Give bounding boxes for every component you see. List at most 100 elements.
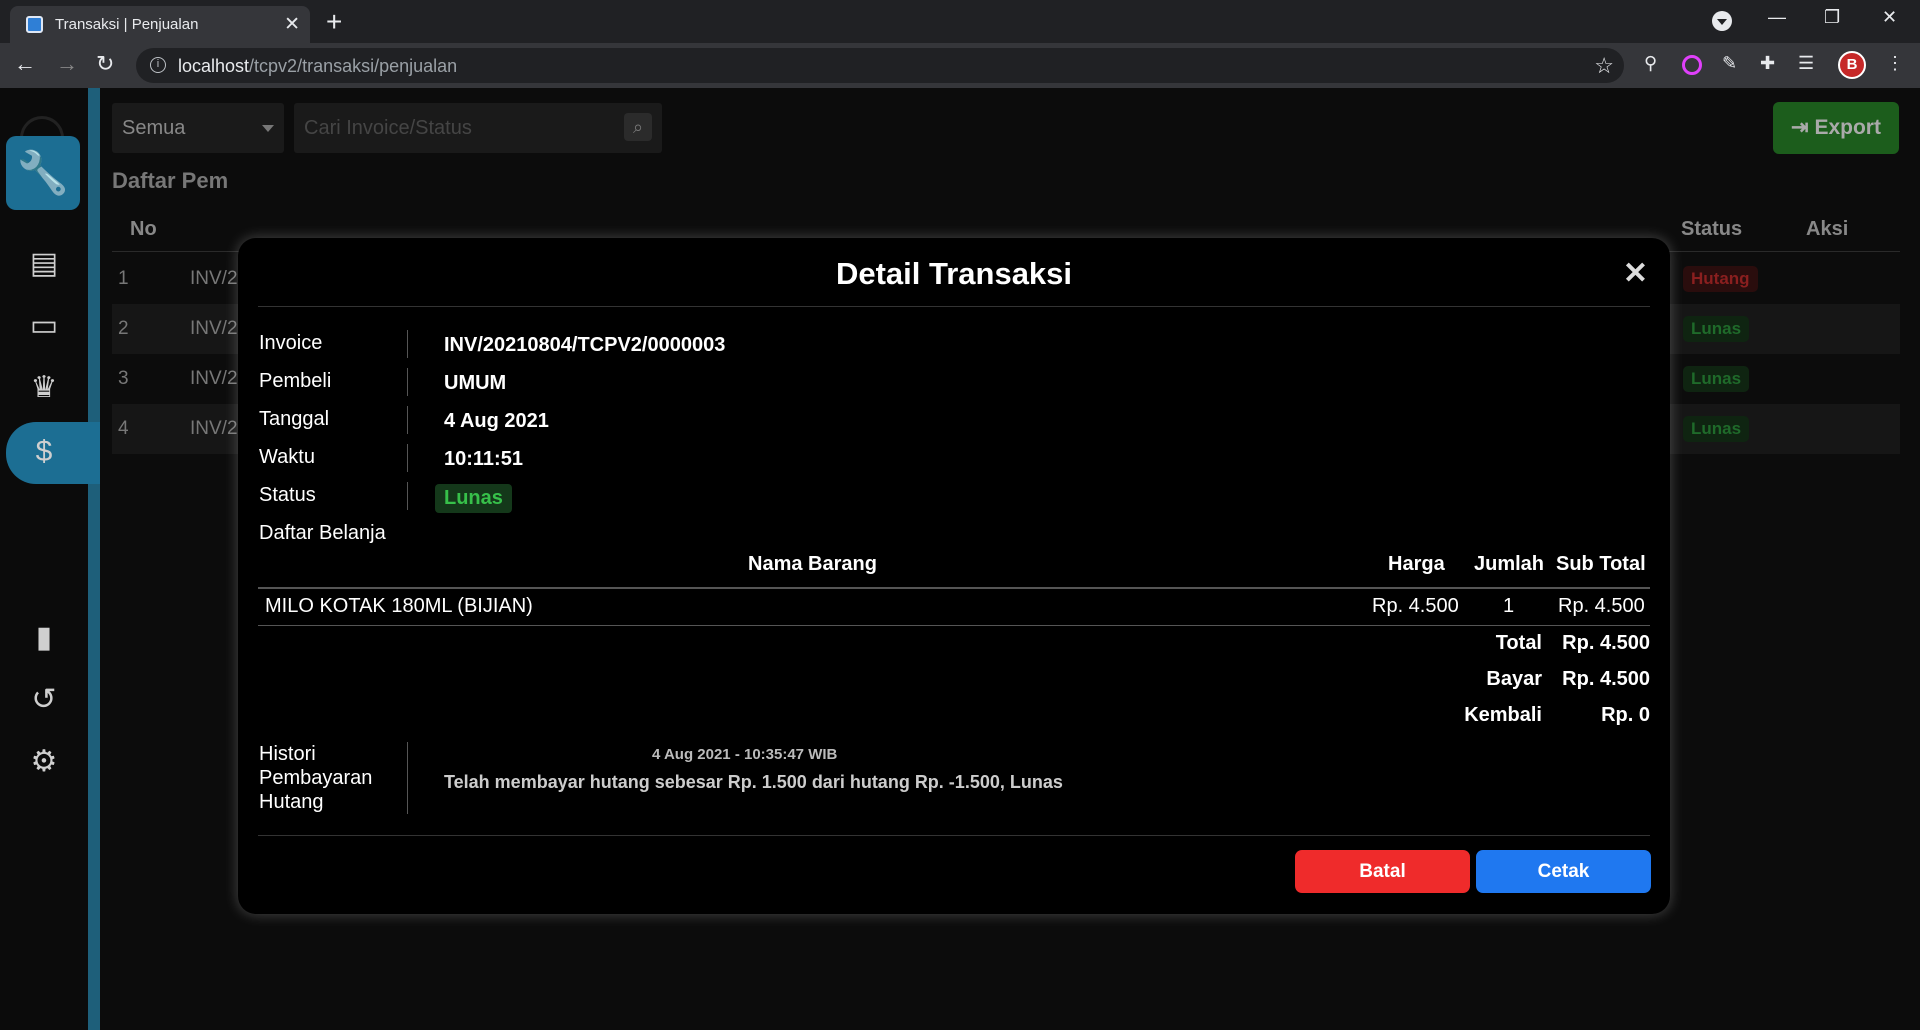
kembali-label: Kembali [1464, 704, 1542, 726]
histori-label: Histori Pembayaran Hutang [259, 742, 372, 814]
pembeli-label: Pembeli [259, 370, 332, 392]
table-row-divider [258, 625, 1650, 626]
daftar-belanja-label: Daftar Belanja [259, 522, 386, 544]
status-badge: Hutang [1683, 266, 1758, 292]
pen-extension-icon[interactable]: ✎ [1722, 53, 1737, 74]
close-icon[interactable]: ✕ [1623, 256, 1648, 291]
new-tab-icon[interactable]: + [326, 6, 342, 38]
tab-search-icon[interactable] [1712, 11, 1732, 31]
search-icon[interactable]: ⌕ [624, 113, 652, 141]
app-page: 🔧 ▤ ▭ ♛ $ ▮ ↺ ⚙ Semua ⌕ ⇥ Export Daftar … [0, 88, 1920, 1030]
url-host: localhost [178, 56, 250, 76]
field-separator [407, 742, 408, 814]
list-title: Daftar Pem [112, 168, 229, 193]
pembeli-value: UMUM [444, 372, 507, 394]
modal-title: Detail Transaksi [835, 256, 1073, 291]
row-invoice: INV/2 [190, 368, 238, 389]
chevron-down-icon [262, 125, 274, 138]
status-label: Status [259, 484, 316, 506]
reload-icon[interactable]: ↻ [96, 51, 114, 77]
histori-label-line2: Pembayaran [259, 767, 373, 789]
status-badge: Lunas [1683, 366, 1750, 392]
export-label: Export [1814, 116, 1881, 139]
tanggal-value: 4 Aug 2021 [444, 410, 549, 432]
row-invoice: INV/2 [190, 318, 238, 339]
browser-tab[interactable]: Transaksi | Penjualan ✕ [10, 6, 310, 43]
field-separator [407, 368, 408, 396]
back-icon[interactable]: ← [14, 51, 36, 77]
histori-label-line1: Histori [259, 743, 316, 765]
row-invoice: INV/2 [190, 268, 238, 289]
status-badge: Lunas [435, 484, 512, 513]
cetak-button[interactable]: Cetak [1476, 850, 1651, 893]
address-bar[interactable]: i localhost/tcpv2/transaksi/penjualan ☆ [136, 48, 1624, 83]
bayar-value: Rp. 4.500 [1562, 668, 1650, 690]
url-path: /tcpv2/transaksi/penjualan [249, 56, 458, 76]
batal-button[interactable]: Batal [1295, 850, 1470, 893]
bayar-label: Bayar [1486, 668, 1542, 690]
browser-toolbar: ← → ↻ i localhost/tcpv2/transaksi/penjua… [0, 43, 1920, 88]
modal-divider [258, 306, 1650, 307]
row-no: 1 [118, 268, 129, 289]
row-no: 4 [118, 418, 129, 439]
kembali-value: Rp. 0 [1601, 704, 1650, 726]
field-separator [407, 406, 408, 434]
extensions-puzzle-icon[interactable]: ✚ [1760, 53, 1775, 74]
waktu-label: Waktu [259, 446, 315, 468]
bookmark-star-icon[interactable]: ☆ [1594, 53, 1614, 79]
row-no: 2 [118, 318, 129, 339]
sidebar-rail [88, 88, 100, 1030]
field-separator [407, 444, 408, 472]
export-button[interactable]: ⇥ Export [1773, 102, 1899, 154]
item-jumlah: 1 [1503, 595, 1515, 617]
status-badge: Lunas [1683, 416, 1750, 442]
minimize-icon[interactable]: — [1768, 7, 1786, 28]
row-no: 3 [118, 368, 129, 389]
profile-avatar[interactable]: B [1838, 51, 1866, 79]
modal-footer-divider [258, 835, 1650, 836]
item-sub-total: Rp. 4.500 [1558, 595, 1645, 617]
table-header-divider [258, 587, 1650, 589]
history-timestamp: 4 Aug 2021 - 10:35:47 WIB [652, 746, 838, 763]
item-nama: MILO KOTAK 180ML (BIJIAN) [265, 595, 533, 617]
site-info-icon[interactable]: i [150, 57, 166, 73]
invoice-dollar-icon[interactable]: $ [24, 432, 64, 472]
waktu-value: 10:11:51 [444, 448, 523, 470]
book-icon[interactable]: ▮ [24, 618, 64, 658]
cash-register-icon[interactable]: ▤ [24, 244, 64, 284]
sidebar: 🔧 ▤ ▭ ♛ $ ▮ ↺ ⚙ [0, 88, 100, 1030]
gear-icon[interactable]: ⚙ [24, 742, 64, 782]
search-box: ⌕ [294, 103, 662, 153]
item-harga: Rp. 4.500 [1372, 595, 1459, 617]
app-favicon-icon [26, 16, 43, 33]
row-invoice: INV/2 [190, 418, 238, 439]
total-value: Rp. 4.500 [1562, 632, 1650, 654]
wrench-logo-icon[interactable]: 🔧 [6, 136, 80, 210]
restore-icon[interactable]: ❐ [1824, 7, 1840, 28]
history-text: Telah membayar hutang sebesar Rp. 1.500 … [444, 772, 1063, 792]
monitor-icon[interactable]: ▭ [24, 306, 64, 346]
color-picker-extension-icon[interactable] [1682, 55, 1702, 75]
total-label: Total [1495, 632, 1542, 654]
col-sub-total: Sub Total [1556, 553, 1646, 575]
col-status: Status [1681, 218, 1743, 240]
browser-menu-icon[interactable]: ⋮ [1886, 53, 1904, 74]
status-filter-value: Semua [122, 117, 186, 139]
col-jumlah: Jumlah [1474, 553, 1545, 575]
search-input[interactable] [304, 115, 604, 141]
location-pin-icon[interactable]: ⚲ [1644, 53, 1657, 74]
forward-icon[interactable]: → [56, 51, 78, 77]
col-aksi: Aksi [1806, 218, 1849, 240]
window-close-icon[interactable]: ✕ [1882, 7, 1897, 28]
invoice-value: INV/20210804/TCPV2/0000003 [444, 334, 726, 356]
col-no: No [130, 218, 157, 240]
url-text: localhost/tcpv2/transaksi/penjualan [178, 56, 457, 77]
status-badge: Lunas [1683, 316, 1750, 342]
tab-title: Transaksi | Penjualan [55, 16, 199, 33]
media-queue-icon[interactable]: ☰ [1798, 53, 1814, 74]
status-filter-select[interactable]: Semua [112, 103, 284, 153]
history-icon[interactable]: ↺ [24, 680, 64, 720]
detail-transaksi-modal: Detail Transaksi ✕ Invoice INV/20210804/… [238, 238, 1670, 914]
crown-icon[interactable]: ♛ [24, 368, 64, 408]
tab-close-icon[interactable]: ✕ [284, 13, 300, 36]
